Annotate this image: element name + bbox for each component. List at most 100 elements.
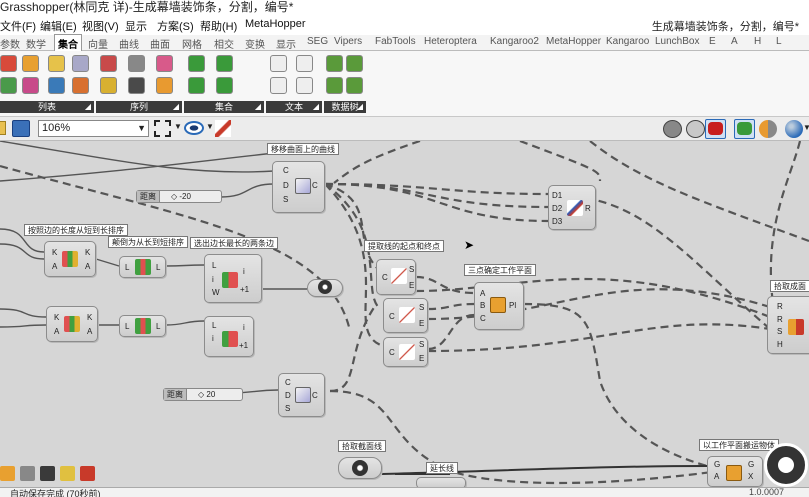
move-component[interactable]: C D S C	[272, 161, 325, 213]
shift-list-icon[interactable]	[0, 77, 17, 94]
port-c[interactable]: C	[389, 312, 395, 321]
set-union-icon[interactable]	[188, 55, 205, 72]
port-g-out[interactable]: G	[748, 460, 754, 469]
port-l[interactable]: L	[212, 321, 216, 330]
split-list-icon[interactable]	[22, 77, 39, 94]
sort-list-icon[interactable]	[48, 55, 65, 72]
port-e-out[interactable]: E	[409, 281, 414, 290]
preview-wire-icon[interactable]	[663, 120, 682, 138]
list-item-component[interactable]: L i W i +1	[204, 254, 262, 303]
delete-consecutive-icon[interactable]	[216, 77, 233, 94]
port-h[interactable]: H	[777, 340, 783, 349]
tab-params[interactable]: 参数	[0, 36, 20, 51]
menu-metahopper[interactable]: MetaHopper	[245, 18, 306, 30]
red-gem-icon[interactable]	[708, 122, 723, 135]
port-s[interactable]: S	[283, 195, 288, 204]
sub-list-icon[interactable]	[48, 77, 65, 94]
tab-mesh[interactable]: 网格	[182, 36, 202, 51]
sketch-pen-icon[interactable]	[215, 120, 231, 137]
text-length-icon[interactable]	[296, 77, 313, 94]
endpoints-component-1[interactable]: C S E	[376, 259, 416, 295]
extend-component[interactable]	[416, 477, 466, 487]
port-d2[interactable]: D2	[552, 204, 562, 213]
tab-kangaroo2[interactable]: Kangaroo2	[490, 36, 539, 47]
port-c[interactable]: C	[382, 273, 388, 282]
port-k[interactable]: K	[52, 248, 57, 257]
port-k-out[interactable]: K	[85, 248, 90, 257]
text-split-icon[interactable]	[296, 55, 313, 72]
port-c[interactable]: C	[389, 348, 395, 357]
menu-display[interactable]: 显示	[125, 18, 147, 34]
tool-icon[interactable]	[40, 466, 55, 481]
list-item-component-2[interactable]: L i i +1	[204, 316, 254, 357]
port-pl-out[interactable]: Pl	[509, 301, 516, 310]
port-l[interactable]: L	[125, 322, 129, 331]
port-b[interactable]: B	[480, 301, 485, 310]
reverse-list-icon[interactable]	[72, 55, 89, 72]
reverse-list-component-2[interactable]: L L	[119, 315, 166, 337]
duplicate-icon[interactable]	[100, 77, 117, 94]
text-concat-icon[interactable]	[270, 55, 287, 72]
port-x-out[interactable]: X	[748, 472, 753, 481]
tab-surface[interactable]: 曲面	[150, 36, 170, 51]
text-join-icon[interactable]	[270, 77, 287, 94]
port-i[interactable]: i	[212, 334, 214, 343]
port-a-out[interactable]: A	[87, 327, 92, 336]
tool-icon[interactable]	[80, 466, 95, 481]
random-icon[interactable]	[128, 55, 145, 72]
port-d[interactable]: D	[285, 391, 291, 400]
reverse-list-component[interactable]: L L	[119, 256, 166, 278]
move-component-2[interactable]: C D S C	[278, 373, 325, 417]
curve-param-component[interactable]	[307, 279, 343, 297]
set-difference-icon[interactable]	[216, 55, 233, 72]
loft-component[interactable]: R R S H	[767, 296, 809, 354]
distance-slider[interactable]: 距离 ◇ -20	[136, 190, 222, 203]
port-s-out[interactable]: S	[419, 303, 424, 312]
orient-component[interactable]: G A G X	[707, 456, 763, 487]
port-i[interactable]: i	[212, 275, 214, 284]
green-gem-icon[interactable]	[737, 122, 752, 135]
chevron-down-icon[interactable]: ▼	[174, 122, 182, 131]
port-d1[interactable]: D1	[552, 191, 562, 200]
merge-component[interactable]: D1 D2 D3 R	[548, 185, 596, 230]
tab-maths[interactable]: 数学	[26, 36, 46, 51]
distance-slider-2[interactable]: 距离 ◇ 20	[163, 388, 243, 401]
tab-curve[interactable]: 曲线	[119, 36, 139, 51]
menu-file[interactable]: 文件(F)	[0, 18, 36, 34]
tab-seg[interactable]: SEG	[307, 36, 328, 47]
port-g[interactable]: G	[714, 460, 720, 469]
plane-3pt-component[interactable]: A B C Pl	[474, 282, 524, 330]
series-icon[interactable]	[156, 55, 173, 72]
port-c-out[interactable]: C	[312, 181, 318, 190]
display-mode-icon[interactable]	[759, 120, 777, 138]
port-k[interactable]: K	[54, 313, 59, 322]
port-d3[interactable]: D3	[552, 217, 562, 226]
port-a[interactable]: A	[54, 327, 59, 336]
port-l-out[interactable]: L	[156, 322, 160, 331]
radial-menu-widget[interactable]	[764, 443, 808, 487]
cull-pattern-icon[interactable]	[100, 55, 117, 72]
tab-h[interactable]: H	[754, 36, 761, 47]
port-e-out[interactable]: E	[419, 354, 424, 363]
port-k-out[interactable]: K	[87, 313, 92, 322]
port-plus1-out[interactable]: +1	[240, 285, 249, 294]
port-a[interactable]: A	[52, 262, 57, 271]
section-curve-param[interactable]	[338, 457, 382, 479]
port-plus1-out[interactable]: +1	[239, 341, 248, 350]
blue-sphere-icon[interactable]	[785, 120, 803, 138]
dispatch-icon[interactable]	[72, 77, 89, 94]
port-a[interactable]: A	[714, 472, 719, 481]
port-c[interactable]: C	[480, 314, 486, 323]
port-s[interactable]: S	[285, 404, 290, 413]
list-length-icon[interactable]	[22, 55, 39, 72]
graph-canvas[interactable]: 移移曲面上的曲线 C D S C 距离 ◇ -20 按照边的长度从短到长排序 K…	[0, 141, 809, 487]
tool-icon[interactable]	[20, 466, 35, 481]
tab-display[interactable]: 显示	[276, 36, 296, 51]
chevron-down-icon[interactable]: ▼	[803, 123, 809, 132]
port-r-out[interactable]: R	[585, 204, 591, 213]
tab-intersect[interactable]: 相交	[214, 36, 234, 51]
port-d[interactable]: D	[283, 181, 289, 190]
menu-view[interactable]: 视图(V)	[82, 18, 119, 34]
tab-heteroptera[interactable]: Heteroptera	[424, 36, 477, 47]
tab-e[interactable]: E	[709, 36, 716, 47]
